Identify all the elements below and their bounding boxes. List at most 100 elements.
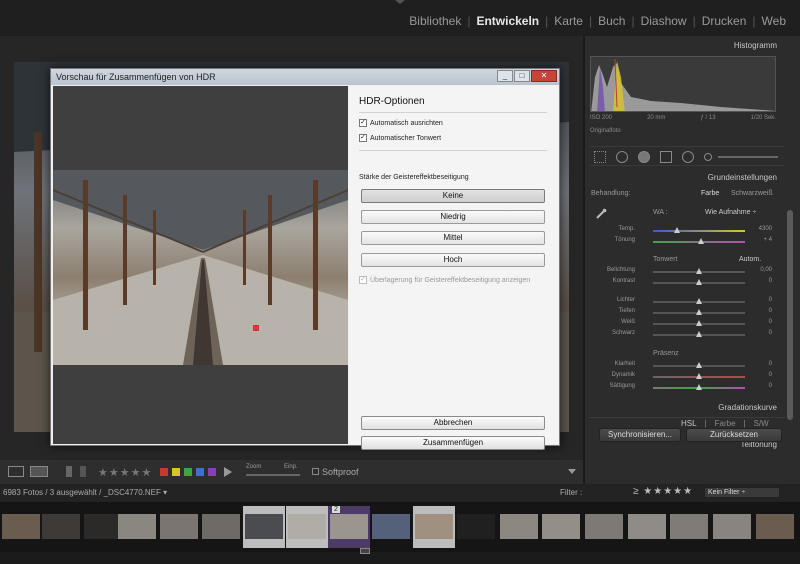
top-panel-toggle[interactable] bbox=[395, 0, 405, 4]
label-yellow[interactable] bbox=[172, 468, 180, 476]
clarity-value[interactable]: 0 bbox=[769, 361, 772, 367]
label-blue[interactable] bbox=[196, 468, 204, 476]
module-slideshow[interactable]: Diashow bbox=[635, 14, 693, 28]
crop-icon[interactable] bbox=[594, 151, 606, 163]
filmstrip-thumbnail[interactable] bbox=[540, 506, 582, 548]
module-web[interactable]: Web bbox=[756, 14, 792, 28]
temp-slider[interactable]: Temp. 4300 bbox=[585, 226, 790, 236]
saturation-slider[interactable]: Sättigung 0 bbox=[585, 383, 790, 393]
contrast-knob[interactable] bbox=[696, 279, 702, 285]
filmstrip-thumbnail[interactable] bbox=[583, 506, 625, 548]
contrast-value[interactable]: 0 bbox=[769, 278, 772, 284]
module-library[interactable]: Bibliothek bbox=[403, 14, 467, 28]
filmstrip-thumbnail[interactable] bbox=[40, 506, 82, 548]
shadows-value[interactable]: 0 bbox=[769, 308, 772, 314]
red-eye-icon[interactable] bbox=[638, 151, 650, 163]
brush-icon[interactable] bbox=[704, 153, 712, 161]
highlights-value[interactable]: 0 bbox=[769, 297, 772, 303]
photo-count[interactable]: 6983 Fotos / 3 ausgewählt / _DSC4770.NEF… bbox=[3, 488, 167, 497]
auto-align-option[interactable]: ✓ Automatisch ausrichten bbox=[359, 119, 443, 127]
filmstrip-thumbnail[interactable] bbox=[370, 506, 412, 548]
filmstrip-thumbnail[interactable] bbox=[711, 506, 753, 548]
slideshow-play-icon[interactable] bbox=[224, 467, 232, 477]
shadows-knob[interactable] bbox=[696, 309, 702, 315]
flag-icon[interactable] bbox=[66, 466, 72, 477]
cancel-button[interactable]: Abbrechen bbox=[361, 416, 545, 430]
clarity-slider[interactable]: Klarheit 0 bbox=[585, 361, 790, 371]
close-button[interactable]: ✕ bbox=[531, 70, 557, 82]
module-print[interactable]: Drucken bbox=[696, 14, 753, 28]
tint-value[interactable]: + 4 bbox=[763, 237, 772, 243]
filmstrip-thumbnail[interactable] bbox=[413, 506, 455, 548]
brush-slider[interactable] bbox=[718, 156, 778, 158]
whites-slider[interactable]: Weiß 0 bbox=[585, 319, 790, 329]
basic-header[interactable]: Grundeinstellungen bbox=[585, 170, 785, 186]
filmstrip-thumbnail[interactable] bbox=[0, 506, 42, 548]
spot-removal-icon[interactable] bbox=[616, 151, 628, 163]
label-purple[interactable] bbox=[208, 468, 216, 476]
auto-tone-button[interactable]: Autom. bbox=[739, 256, 761, 263]
filmstrip-thumbnail[interactable] bbox=[200, 506, 242, 548]
shadows-slider[interactable]: Tiefen 0 bbox=[585, 308, 790, 318]
exposure-slider[interactable]: Belichtung 0,00 bbox=[585, 267, 790, 277]
tab-bw[interactable]: S/W bbox=[754, 419, 769, 428]
auto-tone-checkbox[interactable]: ✓ bbox=[359, 134, 367, 142]
filmstrip-thumbnail[interactable]: 2 bbox=[328, 506, 370, 548]
filmstrip-thumbnail[interactable] bbox=[668, 506, 710, 548]
dialog-title-bar[interactable]: Vorschau für Zusammenfügen von HDR _ □ ✕ bbox=[51, 69, 559, 85]
reject-flag-icon[interactable] bbox=[80, 466, 86, 477]
wb-select[interactable]: Wie Aufnahme ÷ bbox=[705, 209, 756, 216]
tab-color[interactable]: Farbe bbox=[715, 419, 736, 428]
filmstrip-thumbnail[interactable] bbox=[455, 506, 497, 548]
tab-hsl[interactable]: HSL bbox=[681, 419, 697, 428]
vibrance-value[interactable]: 0 bbox=[769, 372, 772, 378]
tone-curve-header[interactable]: Gradationskurve bbox=[585, 400, 785, 416]
deghost-none-button[interactable]: Keine bbox=[361, 189, 545, 203]
whites-knob[interactable] bbox=[696, 320, 702, 326]
filmstrip-thumbnail[interactable] bbox=[498, 506, 540, 548]
clarity-knob[interactable] bbox=[696, 362, 702, 368]
treatment-color[interactable]: Farbe bbox=[701, 190, 719, 197]
filmstrip-thumbnail[interactable] bbox=[754, 506, 796, 548]
blacks-knob[interactable] bbox=[696, 331, 702, 337]
filter-rating[interactable]: ≥ ★★★★★ bbox=[633, 486, 693, 497]
minimize-button[interactable]: _ bbox=[497, 70, 513, 82]
graduated-filter-icon[interactable] bbox=[660, 151, 672, 163]
auto-tone-option[interactable]: ✓ Automatischer Tonwert bbox=[359, 134, 441, 142]
filmstrip-thumbnail[interactable] bbox=[626, 506, 668, 548]
saturation-knob[interactable] bbox=[696, 384, 702, 390]
exposure-value[interactable]: 0,00 bbox=[760, 267, 772, 273]
radial-filter-icon[interactable] bbox=[682, 151, 694, 163]
module-develop[interactable]: Entwickeln bbox=[470, 14, 545, 28]
merge-button[interactable]: Zusammenfügen bbox=[361, 436, 545, 450]
treatment-bw[interactable]: Schwarzweiß bbox=[731, 190, 773, 197]
blacks-slider[interactable]: Schwarz 0 bbox=[585, 330, 790, 340]
deghost-low-button[interactable]: Niedrig bbox=[361, 210, 545, 224]
label-red[interactable] bbox=[160, 468, 168, 476]
loupe-view-icon[interactable] bbox=[8, 466, 24, 477]
sync-button[interactable]: Synchronisieren... bbox=[599, 428, 681, 442]
saturation-value[interactable]: 0 bbox=[769, 383, 772, 389]
tint-knob[interactable] bbox=[698, 238, 704, 244]
reset-button[interactable]: Zurücksetzen bbox=[686, 428, 782, 442]
whites-value[interactable]: 0 bbox=[769, 319, 772, 325]
exposure-knob[interactable] bbox=[696, 268, 702, 274]
label-green[interactable] bbox=[184, 468, 192, 476]
filter-select[interactable]: Kein Filter ÷ bbox=[704, 487, 780, 498]
contrast-slider[interactable]: Kontrast 0 bbox=[585, 278, 790, 288]
deghost-medium-button[interactable]: Mittel bbox=[361, 231, 545, 245]
module-book[interactable]: Buch bbox=[592, 14, 631, 28]
highlights-knob[interactable] bbox=[696, 298, 702, 304]
filmstrip-thumbnail[interactable] bbox=[158, 506, 200, 548]
highlights-slider[interactable]: Lichter 0 bbox=[585, 297, 790, 307]
blacks-value[interactable]: 0 bbox=[769, 330, 772, 336]
zoom-slider[interactable] bbox=[246, 474, 300, 476]
deghost-overlay-checkbox[interactable]: ✓ bbox=[359, 276, 367, 284]
maximize-button[interactable]: □ bbox=[514, 70, 530, 82]
temp-track[interactable] bbox=[653, 230, 745, 232]
toolbar-menu-icon[interactable] bbox=[568, 469, 576, 474]
temp-knob[interactable] bbox=[674, 227, 680, 233]
panel-scrollbar[interactable] bbox=[787, 210, 793, 420]
filmstrip-thumbnail[interactable] bbox=[286, 506, 328, 548]
filmstrip-thumbnail[interactable] bbox=[116, 506, 158, 548]
